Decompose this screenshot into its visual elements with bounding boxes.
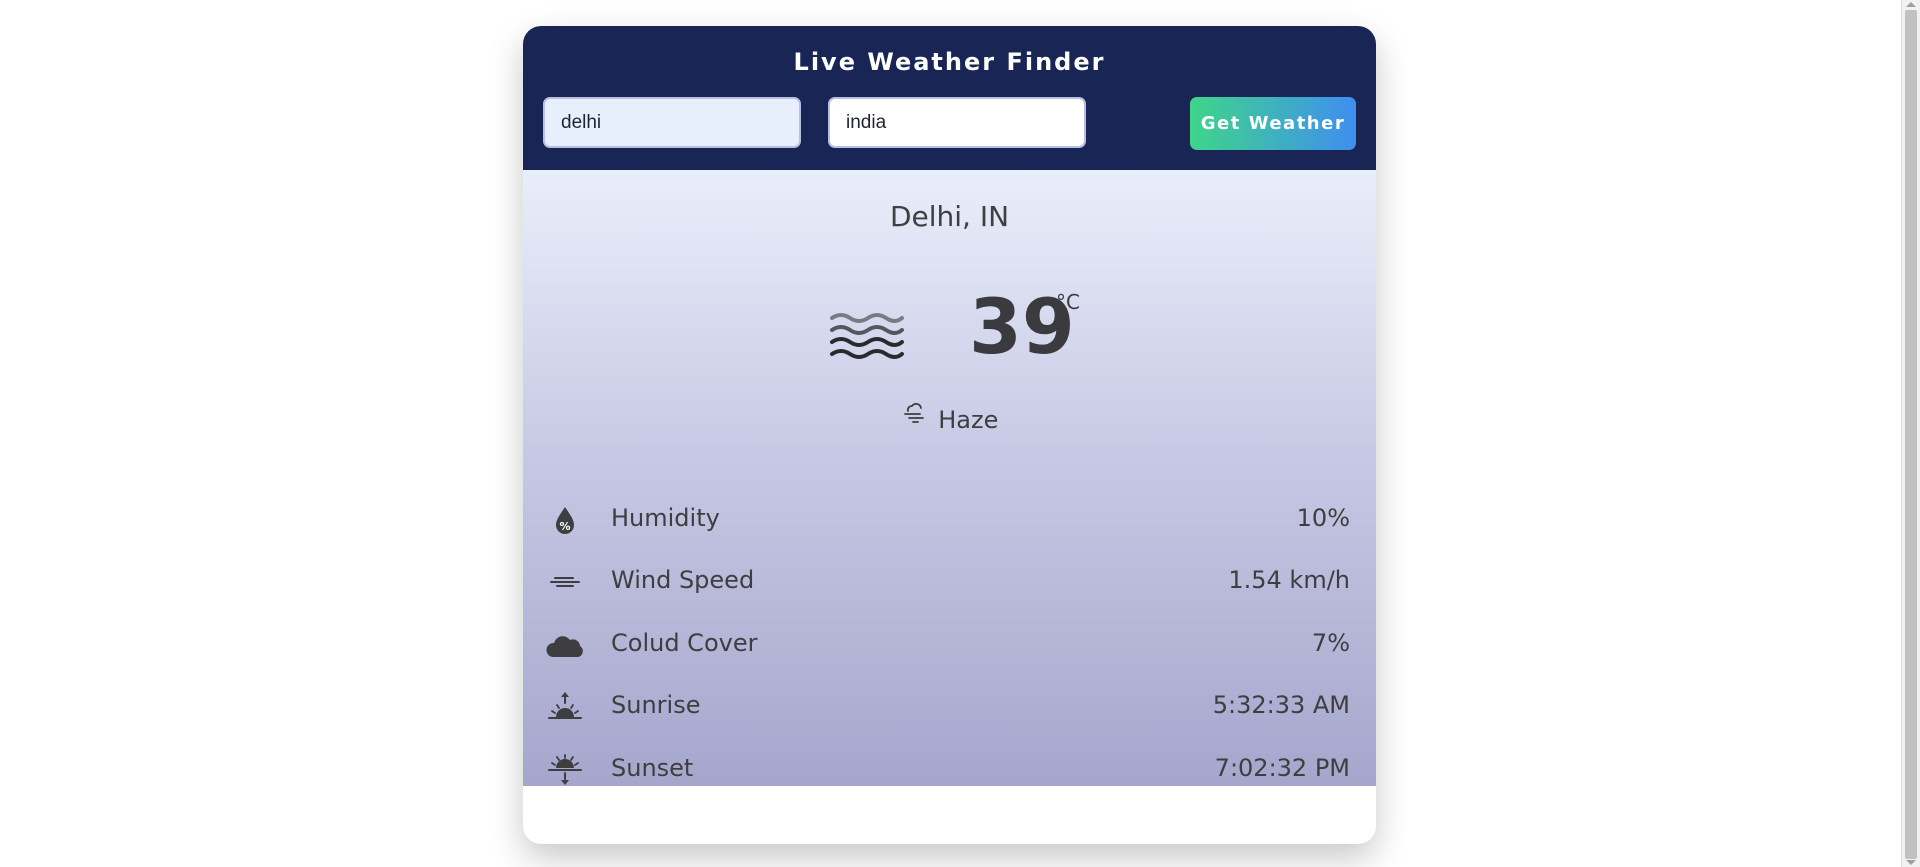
- weather-card: Live Weather Finder Get Weather Delhi, I…: [523, 26, 1376, 844]
- cloud-icon: [546, 636, 583, 657]
- detail-row-sunset: Sunset 7:02:32 PM: [523, 748, 1376, 792]
- haze-cloud-icon: [903, 403, 924, 423]
- cloud-cover-value: 7%: [1311, 629, 1350, 657]
- condition-label: Haze: [938, 406, 999, 434]
- city-input[interactable]: [543, 97, 801, 148]
- humidity-drop-icon: %: [556, 507, 574, 534]
- wind-speed-value: 1.54 km/h: [1228, 566, 1350, 594]
- humidity-label: Humidity: [611, 504, 720, 532]
- sunrise-value: 5:32:33 AM: [1212, 691, 1350, 719]
- wind-icon: [550, 577, 580, 587]
- sunrise-label: Sunrise: [611, 691, 701, 719]
- location-title: Delhi, IN: [889, 200, 1010, 233]
- vertical-scrollbar[interactable]: [1901, 0, 1920, 867]
- temperature-unit: °C: [1056, 290, 1080, 314]
- app-title: Live Weather Finder: [793, 48, 1106, 76]
- scrollbar-thumb[interactable]: [1905, 10, 1917, 859]
- scroll-up-arrow-icon[interactable]: [1906, 2, 1916, 7]
- cloud-cover-label: Colud Cover: [611, 629, 758, 657]
- sunset-icon: [548, 754, 582, 785]
- svg-text:%: %: [559, 520, 570, 533]
- page: Live Weather Finder Get Weather Delhi, I…: [0, 0, 1920, 867]
- get-weather-button[interactable]: Get Weather: [1190, 97, 1356, 150]
- scroll-down-arrow-icon[interactable]: [1906, 860, 1916, 865]
- weather-result: Delhi, IN 39 °C Haze % Humidity 10% Wind…: [523, 170, 1376, 786]
- detail-row-cloud-cover: Colud Cover 7%: [523, 623, 1376, 667]
- detail-row-humidity: % Humidity 10%: [523, 498, 1376, 542]
- country-input[interactable]: [828, 97, 1086, 148]
- weather-condition: Haze: [523, 403, 1376, 434]
- sunrise-icon: [548, 692, 582, 719]
- sunset-label: Sunset: [611, 754, 694, 782]
- humidity-value: 10%: [1296, 504, 1350, 532]
- detail-row-wind-speed: Wind Speed 1.54 km/h: [523, 560, 1376, 604]
- header: Live Weather Finder Get Weather: [523, 26, 1376, 170]
- wind-speed-label: Wind Speed: [611, 566, 755, 594]
- sunset-value: 7:02:32 PM: [1214, 754, 1350, 782]
- haze-waves-icon: [830, 313, 904, 359]
- detail-row-sunrise: Sunrise 5:32:33 AM: [523, 685, 1376, 729]
